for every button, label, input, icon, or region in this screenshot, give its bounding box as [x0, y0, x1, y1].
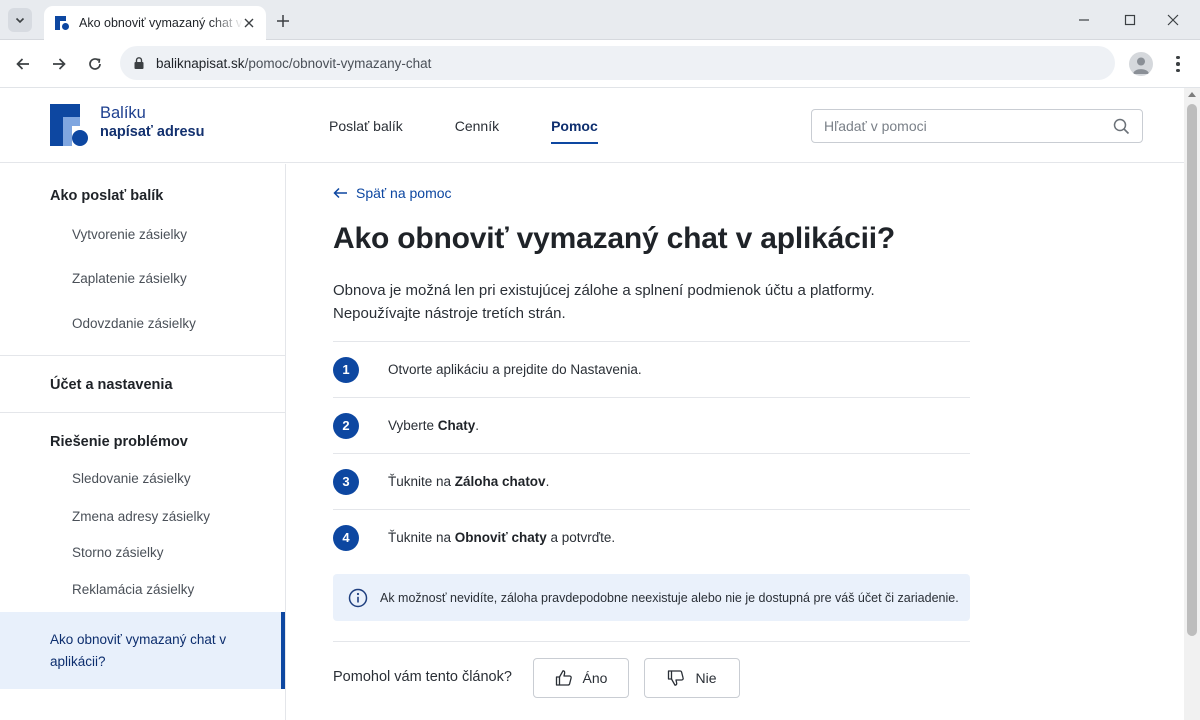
- back-to-help-link[interactable]: Späť na pomoc: [333, 185, 452, 201]
- sidebar-item-pay-shipment[interactable]: Zaplatenie zásielky: [72, 271, 187, 286]
- scroll-up-arrow-icon[interactable]: [1188, 92, 1196, 97]
- step-number-badge: 4: [333, 524, 359, 551]
- feedback-question: Pomohol vám tento článok?: [333, 669, 512, 685]
- sidebar-group-sending[interactable]: Ako poslať balík: [50, 188, 163, 204]
- site-header: Balíku napísať adresu Poslať balík Cenní…: [0, 88, 1184, 163]
- article-intro: Obnova je možná len pri existujúcej zálo…: [333, 279, 953, 325]
- url-path: /pomoc/obnovit-vymazany-chat: [244, 55, 432, 71]
- browser-menu-icon[interactable]: [1168, 52, 1188, 76]
- step-text: Ťuknite na Záloha chatov.: [388, 474, 550, 489]
- feedback-no-label: Nie: [695, 670, 717, 686]
- arrow-left-icon: [16, 58, 29, 70]
- maximize-window-button[interactable]: [1115, 6, 1145, 34]
- help-search-box: [811, 109, 1143, 143]
- sidebar-item-complaint[interactable]: Reklamácia zásielky: [72, 582, 194, 597]
- thumbs-down-icon: [668, 670, 685, 686]
- scroll-thumb[interactable]: [1187, 104, 1197, 636]
- arrow-left-icon: [333, 187, 347, 199]
- sidebar-divider: [0, 355, 285, 356]
- feedback-divider: [333, 641, 970, 642]
- step-number-badge: 2: [333, 412, 359, 439]
- step-item: 2 Vyberte Chaty.: [333, 397, 970, 453]
- back-button[interactable]: [11, 52, 35, 76]
- sidebar-active-label: Ako obnoviť vymazaný chat v aplikácii?: [50, 632, 227, 669]
- thumbs-up-icon: [555, 670, 572, 686]
- sidebar-item-create-shipment[interactable]: Vytvorenie zásielky: [72, 227, 187, 242]
- nav-send-package[interactable]: Poslať balík: [329, 88, 403, 163]
- maximize-icon: [1124, 14, 1136, 26]
- step-item: 1 Otvorte aplikáciu a prejdite do Nastav…: [333, 341, 970, 397]
- logo-text-line1: Balíku: [100, 104, 146, 122]
- close-icon: [1167, 14, 1179, 26]
- sidebar-item-restore-chat-active[interactable]: Ako obnoviť vymazaný chat v aplikácii?: [0, 612, 285, 689]
- browser-toolbar: baliknapisat.sk/pomoc/obnovit-vymazany-c…: [0, 40, 1200, 88]
- minimize-icon: [1079, 19, 1089, 21]
- tab-search-button[interactable]: [8, 8, 32, 32]
- feedback-yes-button[interactable]: Áno: [533, 658, 629, 698]
- page-scrollbar[interactable]: [1184, 88, 1200, 720]
- address-bar[interactable]: baliknapisat.sk/pomoc/obnovit-vymazany-c…: [120, 46, 1115, 80]
- browser-tab-active[interactable]: Ako obnoviť vymazaný chat v aplikácii: [44, 6, 266, 40]
- minimize-window-button[interactable]: [1069, 6, 1099, 34]
- site-info-icon[interactable]: [132, 56, 146, 70]
- intro-line-2: Nepoužívajte nástroje tretích strán.: [333, 305, 566, 322]
- info-callout: Ak možnosť nevidíte, záloha pravdepodobn…: [333, 574, 970, 621]
- info-icon: [348, 588, 368, 607]
- logo-mark-icon: [50, 104, 90, 146]
- search-icon[interactable]: [1113, 118, 1130, 135]
- url-domain: baliknapisat.sk: [156, 55, 245, 71]
- person-icon: [1133, 57, 1149, 74]
- profile-avatar[interactable]: [1129, 52, 1153, 76]
- nav-help[interactable]: Pomoc: [551, 88, 598, 163]
- new-tab-button[interactable]: [272, 10, 294, 32]
- feedback-yes-label: Áno: [582, 670, 608, 686]
- sidebar-item-hand-over-shipment[interactable]: Odovzdanie zásielky: [72, 316, 196, 331]
- steps-list: 1 Otvorte aplikáciu a prejdite do Nastav…: [333, 341, 970, 565]
- step-number-badge: 3: [333, 468, 359, 495]
- forward-button[interactable]: [47, 52, 71, 76]
- main-navigation: Poslať balík Cenník Pomoc: [329, 88, 650, 163]
- logo-text-line2: napísať adresu: [100, 124, 205, 140]
- url-text: baliknapisat.sk/pomoc/obnovit-vymazany-c…: [156, 56, 431, 71]
- sidebar-group-troubleshooting[interactable]: Riešenie problémov: [50, 434, 188, 450]
- page-title: Ako obnoviť vymazaný chat v aplikácii?: [333, 222, 895, 255]
- help-search-input[interactable]: [824, 118, 1113, 134]
- reload-icon: [89, 58, 101, 70]
- arrow-right-icon: [53, 58, 66, 70]
- plus-icon: [277, 15, 289, 27]
- help-sidebar: Ako poslať balík Vytvorenie zásielky Zap…: [0, 164, 286, 720]
- feedback-no-button[interactable]: Nie: [644, 658, 740, 698]
- sidebar-item-tracking[interactable]: Sledovanie zásielky: [72, 471, 191, 486]
- nav-pricing[interactable]: Cenník: [455, 88, 499, 163]
- sidebar-item-change-address[interactable]: Zmena adresy zásielky: [72, 509, 210, 524]
- sidebar-item-cancel-shipment[interactable]: Storno zásielky: [72, 545, 164, 560]
- step-text: Otvorte aplikáciu a prejdite do Nastaven…: [388, 362, 642, 377]
- browser-tab-bar: Ako obnoviť vymazaný chat v aplikácii: [0, 0, 1200, 40]
- step-text: Ťuknite na Obnoviť chaty a potvrďte.: [388, 530, 616, 545]
- back-link-label: Späť na pomoc: [356, 185, 452, 201]
- intro-line-1: Obnova je možná len pri existujúcej zálo…: [333, 282, 875, 299]
- tab-title: Ako obnoviť vymazaný chat v aplikácii: [79, 16, 243, 30]
- step-item: 3 Ťuknite na Záloha chatov.: [333, 453, 970, 509]
- step-item: 4 Ťuknite na Obnoviť chaty a potvrďte.: [333, 509, 970, 565]
- info-callout-text: Ak možnosť nevidíte, záloha pravdepodobn…: [380, 590, 959, 605]
- sidebar-group-account[interactable]: Účet a nastavenia: [50, 377, 173, 393]
- tab-close-icon[interactable]: [241, 15, 257, 31]
- site-favicon-icon: [54, 15, 70, 31]
- site-logo[interactable]: Balíku napísať adresu: [50, 104, 204, 146]
- reload-button[interactable]: [83, 52, 107, 76]
- close-window-button[interactable]: [1158, 6, 1188, 34]
- step-number-badge: 1: [333, 356, 359, 383]
- sidebar-divider: [0, 412, 285, 413]
- step-text: Vyberte Chaty.: [388, 418, 480, 433]
- chevron-down-icon: [15, 17, 25, 24]
